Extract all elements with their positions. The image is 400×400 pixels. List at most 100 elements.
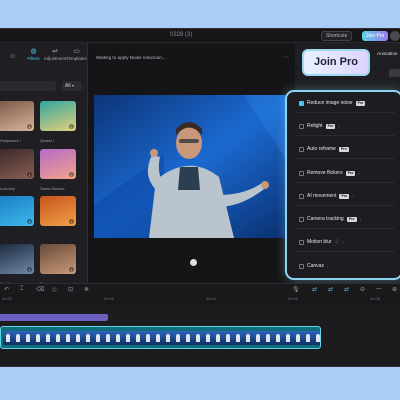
tab-label: Filters (27, 56, 40, 61)
filter-thumbnail[interactable]: ↓ (40, 196, 76, 226)
clip-frame (133, 331, 143, 345)
checkbox[interactable] (299, 239, 304, 245)
feature-label: Motion blur (307, 239, 332, 245)
checkbox[interactable] (299, 170, 304, 176)
filter-dropdown[interactable]: All ▾ (62, 81, 82, 91)
divider (295, 135, 395, 136)
ruler-tick: 00:02 (104, 296, 115, 301)
checkbox[interactable] (299, 100, 304, 106)
download-icon[interactable]: ↓ (69, 124, 74, 129)
chevron-right-icon: › (352, 193, 354, 199)
filter-thumbnail[interactable]: ↓ (40, 101, 76, 131)
zoom-out-icon[interactable]: ⊖ (360, 286, 365, 293)
feature-ai-movement[interactable]: AI movement Pro › (299, 193, 354, 199)
filter-thumbnail[interactable]: ↓ (40, 149, 76, 179)
clip-frame (283, 331, 293, 345)
download-icon[interactable]: ↓ (27, 267, 32, 272)
ruler-tick: 00:08 (370, 296, 381, 301)
zoom-slider-icon[interactable]: — (376, 286, 382, 292)
clip-frame (313, 331, 320, 345)
feature-camera-tracking[interactable]: Camera tracking Pro › (299, 216, 361, 222)
download-icon[interactable]: ↓ (27, 124, 32, 129)
clip-frame (143, 331, 153, 345)
app-window: 0328 (3) Shortcuts Join Pro ☺ ◍ Filters ⇌… (0, 28, 400, 367)
filter-thumbnail[interactable]: ↓ (0, 101, 34, 131)
magnet-icon[interactable]: ⇄ (328, 286, 333, 293)
tab-templates[interactable]: ▭ Templates (66, 43, 87, 63)
filter-thumbnail[interactable]: ↓ (40, 244, 76, 274)
link-icon[interactable]: ⇄ (312, 286, 317, 293)
clip-frame (153, 331, 163, 345)
template-icon: ▭ (73, 48, 80, 55)
download-icon[interactable]: ↓ (69, 219, 74, 224)
left-tabs: ☺ ◍ Filters ⇌ Adjustment ▭ Templates (0, 43, 87, 63)
search-input[interactable] (0, 81, 56, 91)
divider (295, 228, 395, 229)
filter-thumbnail[interactable]: ↓ (0, 149, 34, 179)
person-icon: ☺ (8, 53, 17, 60)
clip-frame (23, 331, 33, 345)
clip-frame (263, 331, 273, 345)
pro-badge: Pro (339, 193, 350, 199)
clip-frame (113, 331, 123, 345)
clip-frame (93, 331, 103, 345)
tab-filters[interactable]: ◍ Filters (23, 43, 44, 63)
filter-dropdown-value: All (65, 83, 71, 89)
filter-thumbnail[interactable]: ↓ (0, 196, 34, 226)
video-track-clip[interactable] (0, 326, 321, 349)
clip-frame (203, 331, 213, 345)
video-preview[interactable] (94, 95, 290, 238)
freeze-icon[interactable]: ❄ (84, 286, 89, 293)
divider (295, 205, 395, 206)
avatar[interactable] (390, 31, 400, 41)
filter-thumbnail[interactable]: ↓ (0, 244, 34, 274)
delete-icon[interactable]: ⌫ (36, 286, 44, 293)
checkbox[interactable] (299, 263, 304, 269)
join-pro-card[interactable]: Join Pro (302, 49, 370, 76)
feature-canvas[interactable]: Canvas › (299, 263, 328, 269)
tab-person[interactable]: ☺ (2, 43, 23, 63)
clip-frame (73, 331, 83, 345)
feature-reduce-image-noise[interactable]: Reduce image noise Pro (299, 100, 366, 106)
drag-handle-icon[interactable] (190, 259, 197, 266)
feature-relight[interactable]: Relight Pro › (299, 123, 340, 129)
split-icon[interactable]: ⌶ (20, 286, 24, 293)
microphone-icon[interactable]: 🎙 (292, 286, 300, 293)
marker-icon[interactable]: ◇ (52, 286, 57, 293)
feature-remove-flickers[interactable]: Remove flickers Pro › (299, 170, 360, 176)
feature-auto-reframe[interactable]: Auto reframe Pro (299, 146, 349, 152)
ruler-tick: 00:04 (206, 296, 217, 301)
download-icon[interactable]: ↓ (27, 219, 32, 224)
more-icon[interactable]: ⋯ (283, 54, 289, 61)
shortcuts-button[interactable]: Shortcuts (321, 31, 353, 41)
tab-animation[interactable]: Animation (377, 51, 397, 56)
divider (295, 112, 395, 113)
checkbox[interactable] (299, 146, 304, 152)
clip-frame (63, 331, 73, 345)
zoom-in-icon[interactable]: ⊕ (392, 286, 397, 293)
feature-label: Relight (307, 123, 323, 129)
download-icon[interactable]: ↓ (69, 267, 74, 272)
player-status: Waiting to apply Noise reduction... (96, 55, 166, 60)
tab-adjustment[interactable]: ⇌ Adjustment (44, 43, 67, 63)
crop-icon[interactable]: ⊡ (68, 286, 73, 293)
clip-frame (233, 331, 243, 345)
download-icon[interactable]: ↓ (27, 172, 32, 177)
clip-frame (3, 331, 13, 345)
feature-motion-blur[interactable]: Motion blur ⓘ › (299, 239, 344, 245)
toggle-icon[interactable] (389, 69, 400, 77)
tab-label: Templates (66, 56, 87, 61)
divider (295, 251, 395, 252)
undo-icon[interactable]: ↶ (4, 286, 9, 293)
snap-icon[interactable]: ⇄ (344, 286, 349, 293)
clip-frame (273, 331, 283, 345)
checkbox[interactable] (299, 123, 304, 129)
join-pro-button[interactable]: Join Pro (362, 31, 389, 41)
timeline-ruler[interactable]: 00:00 00:02 00:04 00:06 00:08 (0, 295, 400, 305)
checkbox[interactable] (299, 193, 304, 199)
clip-frame (43, 331, 53, 345)
effect-track-clip[interactable] (0, 314, 108, 321)
download-icon[interactable]: ↓ (69, 172, 74, 177)
pro-badge: Pro (325, 123, 336, 129)
checkbox[interactable] (299, 216, 304, 222)
